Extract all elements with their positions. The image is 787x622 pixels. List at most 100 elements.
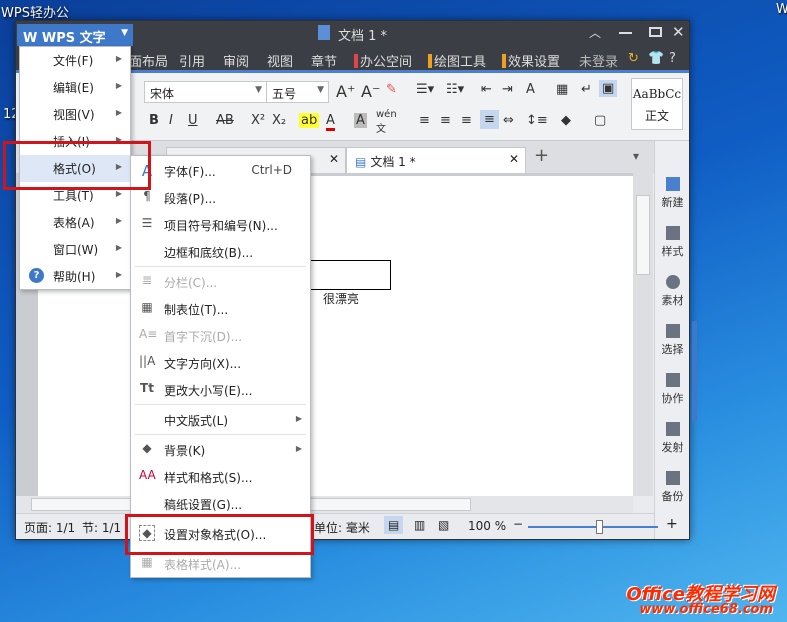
text-direction-icon[interactable]: A <box>526 82 535 97</box>
subscript-button[interactable]: X₂ <box>272 113 286 128</box>
increase-indent-icon[interactable]: ⇥ <box>502 82 513 97</box>
sidebar-label: 新建 <box>661 196 684 209</box>
close-button[interactable]: ✕ <box>672 23 685 41</box>
chevron-right-icon: ▶ <box>115 54 122 63</box>
superscript-button[interactable]: X² <box>251 113 265 128</box>
justify-icon[interactable]: ≡ <box>480 110 499 129</box>
italic-button[interactable]: I <box>169 113 173 128</box>
sidebar-item-collaborate[interactable]: 协作 <box>655 373 690 406</box>
page-view-icon[interactable]: ▤ <box>384 516 404 534</box>
align-center-icon[interactable]: ≡ <box>440 113 451 128</box>
char-shading-icon[interactable]: A <box>354 113 367 128</box>
drop-cap-icon: A≡ <box>139 327 158 341</box>
phonetic-guide-icon[interactable]: wén 文 <box>376 109 397 135</box>
web-view-icon[interactable]: ▧ <box>438 518 449 532</box>
minimize-button[interactable] <box>619 32 632 34</box>
desktop-app-label-right[interactable]: W <box>776 2 787 17</box>
font-color-icon[interactable]: A <box>326 113 335 131</box>
sync-icon[interactable]: ↻ <box>628 51 639 66</box>
menu-item-styles-formatting[interactable]: AA 样式和格式(S)... <box>131 463 310 490</box>
close-tab-icon[interactable]: ✕ <box>509 152 519 166</box>
highlight-box-format-object <box>125 514 314 555</box>
tab-office-space[interactable]: 办公空间 <box>354 51 412 70</box>
menu-item-font[interactable]: A 字体(F)... Ctrl+D <box>131 157 310 184</box>
sidebar-item-material[interactable]: 素材 <box>655 275 690 308</box>
menu-item-file[interactable]: 文件(F) ▶ <box>20 47 130 74</box>
login-link[interactable]: 未登录 <box>579 51 618 70</box>
zoom-in-button[interactable]: + <box>666 516 678 532</box>
font-name-select[interactable]: 宋体 ▼ <box>144 81 267 103</box>
wps-app-menu-button[interactable]: W WPS 文字 ▼ <box>17 24 133 46</box>
vertical-scrollbar[interactable] <box>633 173 653 496</box>
menu-item-table[interactable]: 表格(A) ▶ <box>20 209 130 236</box>
menu-item-window[interactable]: 窗口(W) ▶ <box>20 236 130 263</box>
bold-button[interactable]: B <box>149 113 159 128</box>
menu-separator <box>135 434 306 435</box>
menu-item-view[interactable]: 视图(V) ▶ <box>20 101 130 128</box>
sidebar-item-backup[interactable]: 备份 <box>655 471 690 504</box>
menu-item-manuscript-settings[interactable]: 稿纸设置(G)... <box>131 490 310 517</box>
horizontal-scrollbar[interactable] <box>16 496 633 513</box>
chevron-right-icon: ▶ <box>295 414 302 423</box>
font-size-select[interactable]: 五号 ▼ <box>266 81 329 103</box>
clear-format-icon[interactable]: ✎ <box>386 82 397 97</box>
highlight-box-format <box>3 141 151 190</box>
shading-icon[interactable]: ◆ <box>561 113 571 128</box>
tab-list-icon[interactable]: ▾ <box>633 149 639 163</box>
align-left-icon[interactable]: ≡ <box>419 113 430 128</box>
help-button[interactable]: ? <box>669 51 676 66</box>
scroll-thumb[interactable] <box>636 195 650 275</box>
menu-item-bullets-numbering[interactable]: ☰ 项目符号和编号(N)... <box>131 211 310 238</box>
style-icon <box>665 226 680 240</box>
style-gallery-normal[interactable]: AaBbCc 正文 <box>631 78 683 130</box>
sidebar-item-new[interactable]: 新建 <box>655 177 690 210</box>
highlight-icon[interactable]: ab <box>299 113 320 128</box>
distribute-icon[interactable]: ⇔ <box>503 113 514 128</box>
close-tab-icon[interactable]: ✕ <box>329 152 339 166</box>
maximize-button[interactable] <box>649 27 662 37</box>
strikethrough-button[interactable]: AB <box>216 113 234 128</box>
tab-effect-settings[interactable]: 效果设置 <box>502 51 560 70</box>
sidebar-item-send[interactable]: 发射 <box>655 422 690 455</box>
align-right-icon[interactable]: ≡ <box>461 113 472 128</box>
shrink-font-icon[interactable]: A⁻ <box>361 82 380 101</box>
show-hide-icon[interactable]: ▣ <box>599 80 618 97</box>
collapse-ribbon-icon[interactable]: ︿ <box>589 24 601 41</box>
menu-item-change-case[interactable]: Tt 更改大小写(E)... <box>131 376 310 403</box>
zoom-slider-thumb[interactable] <box>595 520 603 534</box>
tab-drawing-tools[interactable]: 绘图工具 <box>428 51 486 70</box>
numbering-icon[interactable]: ☷▾ <box>446 82 464 97</box>
grow-font-icon[interactable]: A⁺ <box>336 82 355 101</box>
zoom-slider[interactable] <box>528 520 658 534</box>
line-break-icon[interactable]: ↵ <box>581 82 592 97</box>
tab-references[interactable]: 引用 <box>179 51 205 70</box>
underline-button[interactable]: U <box>188 113 198 128</box>
sidebar-item-style[interactable]: 样式 <box>655 226 690 259</box>
font-size-value: 五号 <box>272 87 297 101</box>
menu-item-help[interactable]: ? 帮助(H) ▶ <box>20 263 130 290</box>
sidebar-expand-handle[interactable] <box>692 321 697 421</box>
line-spacing-icon[interactable]: ↕≡ <box>526 113 548 128</box>
tab-review[interactable]: 审阅 <box>223 51 249 70</box>
tab-chapter[interactable]: 章节 <box>311 51 337 70</box>
menu-item-paragraph[interactable]: ¶ 段落(P)... <box>131 184 310 211</box>
new-tab-button[interactable]: + <box>534 145 549 166</box>
bullets-icon[interactable]: ☰▾ <box>416 82 434 97</box>
borders-icon[interactable]: ▢ <box>594 113 606 128</box>
menu-item-tabs[interactable]: ▦ 制表位(T)... <box>131 295 310 322</box>
menu-label: 字体(F)... <box>164 165 216 179</box>
doc-tab-active[interactable]: ▤ 文档 1 * ✕ <box>346 147 526 173</box>
menu-item-asian-layout[interactable]: 中文版式(L) ▶ <box>131 406 310 433</box>
table-icon[interactable]: ▦ <box>556 82 568 97</box>
menu-item-borders-shading[interactable]: 边框和底纹(B)... <box>131 238 310 265</box>
sidebar-item-select[interactable]: 选择 <box>655 324 690 357</box>
outline-view-icon[interactable]: ▥ <box>414 518 425 532</box>
tab-view[interactable]: 视图 <box>267 51 293 70</box>
decrease-indent-icon[interactable]: ⇤ <box>481 82 492 97</box>
skin-icon[interactable]: 👕 <box>648 51 664 66</box>
zoom-out-button[interactable]: − <box>513 517 523 531</box>
desktop-app-label[interactable]: WPS轻办公 <box>1 2 69 21</box>
menu-item-edit[interactable]: 编辑(E) ▶ <box>20 74 130 101</box>
menu-item-background[interactable]: ◆ 背景(K) ▶ <box>131 436 310 463</box>
menu-item-text-direction[interactable]: ||A 文字方向(X)... <box>131 349 310 376</box>
